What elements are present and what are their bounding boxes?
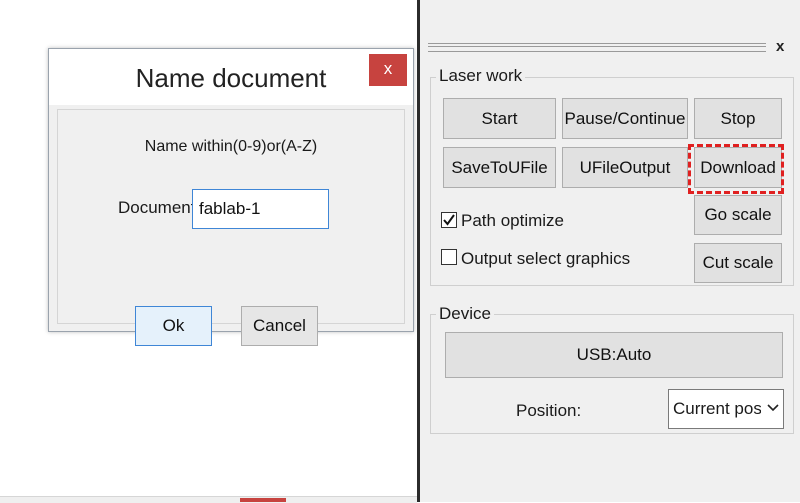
cut-scale-button[interactable]: Cut scale xyxy=(694,243,782,283)
laser-control-panel: x Laser work Start Pause/Continue Stop S… xyxy=(420,0,800,502)
pause-continue-button[interactable]: Pause/Continue xyxy=(562,98,688,139)
usb-auto-button[interactable]: USB:Auto xyxy=(445,332,783,378)
output-select-graphics-label: Output select graphics xyxy=(461,249,631,268)
dialog-title: Name document xyxy=(135,63,327,93)
name-document-dialog: Name document x Name within(0-9)or(A-Z) … xyxy=(48,48,414,346)
dialog-close-button[interactable]: x xyxy=(369,54,407,86)
cancel-button[interactable]: Cancel xyxy=(241,306,318,346)
taskbar-indicator xyxy=(240,498,286,502)
position-select-value: Current position xyxy=(673,399,761,418)
download-highlight-box xyxy=(688,144,784,194)
path-optimize-checkbox[interactable] xyxy=(441,212,457,228)
document-name-input[interactable] xyxy=(192,189,329,229)
dialog-body: Name within(0-9)or(A-Z) Document Ok Canc… xyxy=(57,109,405,346)
dialog-titlebar: Name document x xyxy=(49,49,413,105)
path-optimize-label: Path optimize xyxy=(461,211,564,230)
panel-close-icon[interactable]: x xyxy=(776,38,784,55)
naming-hint: Name within(0-9)or(A-Z) xyxy=(144,138,318,155)
ok-button[interactable]: Ok xyxy=(135,306,212,346)
save-to-ufile-button[interactable]: SaveToUFile xyxy=(443,147,556,188)
position-select[interactable]: Current position xyxy=(668,389,784,429)
ufile-output-button[interactable]: UFileOutput xyxy=(562,147,688,188)
go-scale-button[interactable]: Go scale xyxy=(694,195,782,235)
device-title: Device xyxy=(436,304,494,324)
checkmark-icon xyxy=(443,214,455,226)
output-select-graphics-checkbox[interactable] xyxy=(441,249,457,265)
chevron-down-icon xyxy=(767,404,779,412)
laser-work-title: Laser work xyxy=(436,66,526,86)
document-label: Document xyxy=(118,198,196,217)
start-button[interactable]: Start xyxy=(443,98,556,139)
stop-button[interactable]: Stop xyxy=(694,98,782,139)
panel-grip-handle[interactable] xyxy=(428,43,766,52)
position-label: Position: xyxy=(516,401,582,420)
